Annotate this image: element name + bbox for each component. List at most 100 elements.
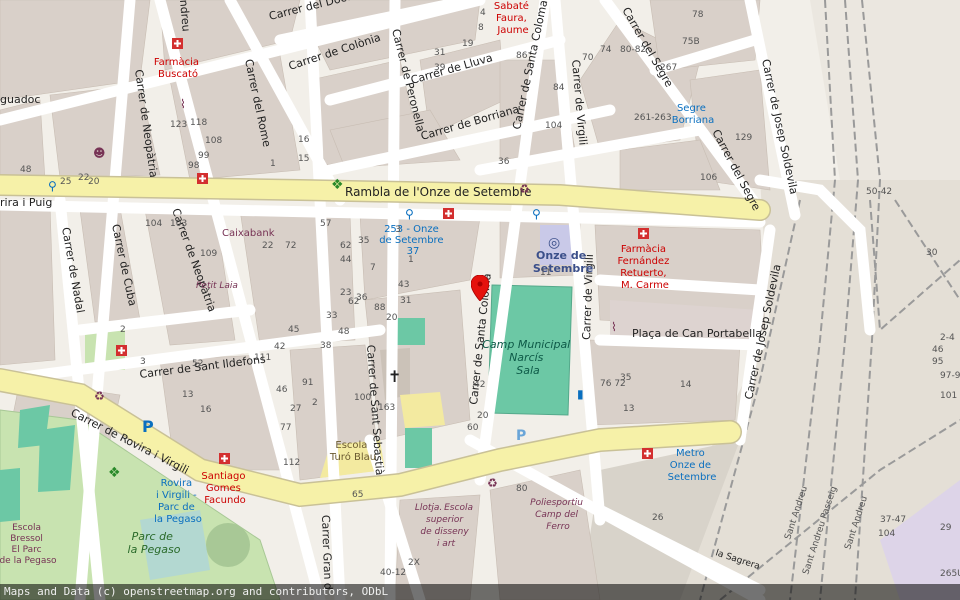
house-number: 43	[398, 280, 409, 290]
house-number: 13	[182, 390, 193, 400]
house-number: 75B	[682, 37, 700, 47]
street-label-gran: Carrer Gran d	[319, 515, 335, 590]
house-number: 84	[553, 83, 565, 93]
house-number: 26	[652, 513, 664, 523]
house-number: 20	[88, 177, 100, 187]
street-label-rovira-puig: rira i Puig	[0, 196, 52, 209]
house-number: 8	[478, 23, 484, 33]
house-number: 16	[298, 135, 310, 145]
school-area-2	[400, 392, 445, 428]
house-number: 31	[400, 296, 411, 306]
theatre-icon: ☻	[93, 146, 106, 160]
location-marker-icon[interactable]	[471, 275, 489, 301]
house-number: 97-99	[940, 371, 960, 381]
house-number: 99	[198, 151, 210, 161]
house-number: 104	[878, 529, 895, 539]
house-number: 48	[20, 165, 32, 175]
paw-icon: ❖	[331, 177, 344, 193]
house-number: 27	[290, 404, 301, 414]
house-number: 101	[940, 391, 957, 401]
house-number: 78	[692, 10, 704, 20]
house-number: 39	[434, 63, 446, 73]
house-number: 38	[320, 341, 332, 351]
metro-icon: ◎	[548, 235, 560, 251]
recycling-icon: ♻	[519, 182, 530, 196]
house-number: 16	[200, 405, 212, 415]
house-number: 65	[352, 490, 363, 500]
house-number: 108	[205, 136, 222, 146]
house-number: 265U	[940, 569, 960, 579]
house-number: 37-47	[880, 515, 906, 525]
label-segre-borriana: Segre Borriana	[672, 103, 714, 126]
house-number: 15	[298, 154, 309, 164]
label-sabate: Sabaté Faura, Jaume	[494, 0, 532, 36]
house-number: 106	[700, 173, 717, 183]
house-number: 46	[932, 345, 944, 355]
label-caixabank: Caixabank	[222, 228, 275, 239]
house-number: 30	[926, 248, 938, 258]
house-number: 46	[276, 385, 288, 395]
house-number: 129	[735, 133, 752, 143]
pharmacy-icon	[197, 173, 208, 184]
house-number: 13	[623, 404, 634, 414]
house-number: 33	[326, 311, 337, 321]
house-number: 19	[462, 39, 474, 49]
house-number: 104	[545, 121, 562, 131]
house-number: 77	[280, 423, 291, 433]
house-number: 31	[434, 48, 445, 58]
house-number: 36	[498, 157, 510, 167]
playground-icon: ⌇	[611, 320, 617, 334]
house-number: 52	[192, 359, 203, 369]
pharmacy-icon	[116, 345, 127, 356]
bicycle-icon: ⚲	[532, 207, 541, 221]
house-number: 44	[340, 255, 352, 265]
house-number: 36	[356, 293, 368, 303]
label-santiago-gomes: Santiago Gomes Facundo	[201, 471, 248, 506]
house-number: 91	[302, 378, 313, 388]
paw-icon: ❖	[108, 465, 121, 481]
house-number: 2	[312, 398, 318, 408]
house-number: 111	[254, 353, 271, 363]
house-number: 112	[283, 458, 300, 468]
house-number: 42	[274, 342, 285, 352]
pharmacy-icon	[219, 453, 230, 464]
bicycle-icon: ⚲	[48, 179, 57, 193]
house-number: 14	[680, 380, 692, 390]
house-number: 74	[600, 45, 612, 55]
pharmacy-icon	[642, 448, 653, 459]
house-number: 267	[660, 63, 677, 73]
recycling-icon: ♻	[487, 476, 498, 490]
house-number: 123	[170, 120, 187, 130]
parking-icon: P	[516, 428, 526, 444]
house-number: 11	[540, 268, 551, 278]
house-number: 48	[338, 327, 350, 337]
house-number: 62	[340, 241, 351, 251]
house-number: 40-12	[380, 568, 406, 578]
house-number: 20	[477, 411, 489, 421]
playground-icon: ⌇	[180, 97, 186, 111]
label-escola-turo: Escola Turó Blau	[329, 440, 376, 463]
house-number: 2	[120, 325, 126, 335]
house-number: 2-4	[940, 333, 955, 343]
house-number: 45	[288, 325, 299, 335]
house-number: 86	[516, 51, 528, 61]
house-number: 88	[374, 303, 386, 313]
house-number: 103	[170, 219, 187, 229]
street-label-placa-portabella: Plaça de Can Portabella	[632, 327, 762, 340]
map-attribution: Maps and Data (c) openstreetmap.org and …	[0, 584, 960, 600]
label-petit-laia: Petit Laia	[196, 281, 238, 291]
house-number: 163	[378, 403, 395, 413]
recycling-icon: ♻	[94, 389, 105, 403]
house-number: 25	[60, 177, 71, 187]
house-number: 70	[582, 53, 594, 63]
map-canvas[interactable]: Carrer del Doctor Santponç Carrer de Col…	[0, 0, 960, 600]
house-number: 35	[358, 236, 369, 246]
house-number: 95	[932, 357, 943, 367]
street-label-rambla: Rambla de l'Onze de Setembre	[345, 185, 532, 199]
house-number: 3	[395, 225, 401, 235]
house-number: 80-82	[620, 45, 646, 55]
house-number: 50-42	[866, 187, 892, 197]
house-number: 109	[200, 249, 217, 259]
pharmacy-icon	[443, 208, 454, 219]
pharmacy-icon	[172, 38, 183, 49]
